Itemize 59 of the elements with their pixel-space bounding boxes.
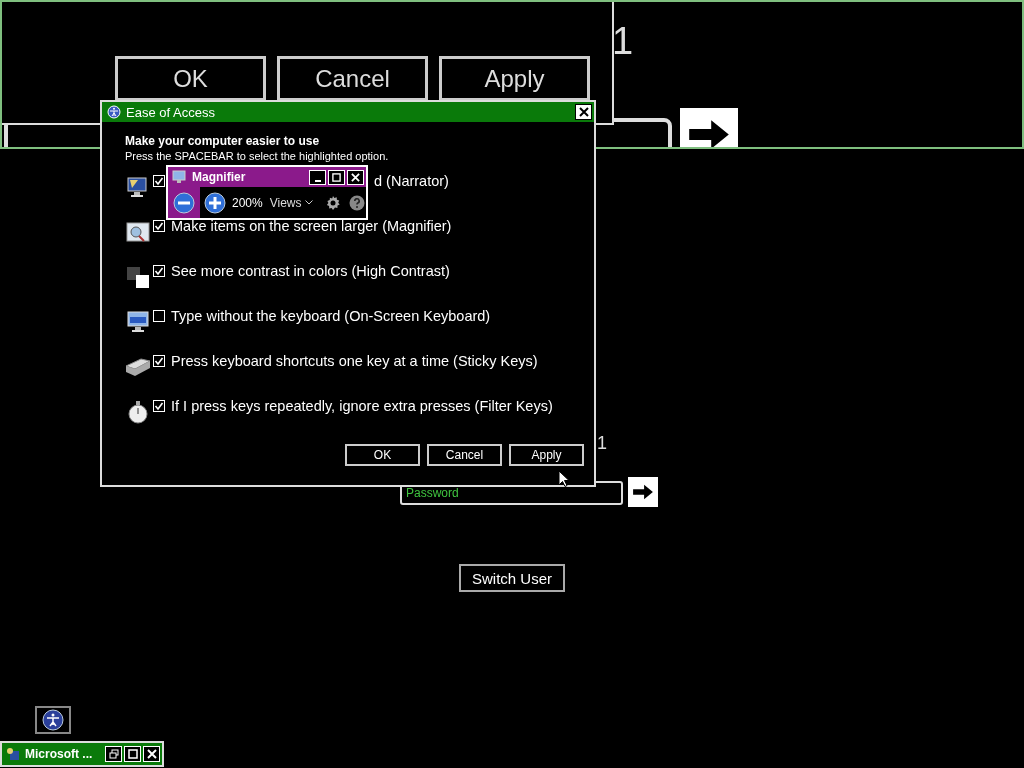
zoom-out-button[interactable] [168, 187, 200, 218]
minimized-window[interactable]: Microsoft ... [0, 741, 164, 767]
maximize-button[interactable] [328, 169, 345, 185]
settings-icon[interactable] [324, 194, 341, 211]
arrow-icon [632, 483, 654, 501]
monitor-icon [172, 170, 186, 184]
key-icon [125, 358, 151, 376]
views-dropdown[interactable]: Views [266, 195, 316, 210]
maximize-button[interactable] [124, 746, 141, 762]
magnified-user-name: 1 [612, 20, 634, 63]
stopwatch-icon [125, 399, 151, 425]
hint-text: Press the SPACEBAR to select the highlighted option. [125, 150, 390, 162]
close-icon [351, 172, 360, 182]
magnified-button[interactable]: Apply [439, 56, 590, 101]
magnified-button[interactable]: Cancel [277, 56, 428, 101]
checkbox[interactable] [153, 310, 165, 322]
accessibility-icon [107, 105, 121, 119]
caret-icon [304, 200, 313, 205]
option-label: Press keyboard shortcuts one key at a time (Sticky Keys) [171, 353, 538, 369]
window-title: Magnifier [192, 170, 247, 184]
option-label: d (Narrator) [374, 173, 449, 189]
restore-button[interactable] [105, 746, 122, 762]
checkbox[interactable] [153, 175, 165, 187]
minimize-icon [314, 180, 321, 182]
cancel-button[interactable]: Cancel [427, 444, 502, 466]
option-label: If I press keys repeatedly, ignore extra presses (Filter Keys) [171, 398, 553, 414]
keyboard-icon [125, 309, 151, 335]
option-label: Type without the keyboard (On-Screen Keyboard) [171, 308, 491, 324]
maximize-icon [332, 172, 341, 182]
computer-icon [6, 747, 20, 761]
magnifier-icon [125, 219, 151, 245]
plus-icon [204, 191, 226, 214]
contrast-icon [125, 264, 151, 290]
minimize-button[interactable] [309, 169, 326, 185]
window-title: Ease of Access [126, 104, 216, 120]
zoom-level: 200% [232, 195, 263, 210]
close-icon [578, 107, 589, 117]
restore-icon [108, 749, 119, 759]
option-label: Make items on the screen larger (Magnifier) [171, 218, 452, 234]
ok-button[interactable]: OK [345, 444, 420, 466]
close-button[interactable] [575, 104, 592, 120]
help-icon[interactable] [348, 194, 365, 211]
window-title: Microsoft ... [25, 747, 94, 761]
user-name: 1 [597, 433, 607, 454]
accessibility-icon [42, 709, 64, 731]
apply-button[interactable]: Apply [509, 444, 584, 466]
maximize-icon [127, 749, 138, 759]
dialog-heading: Make your computer easier to use [125, 134, 321, 149]
checkbox[interactable] [153, 220, 165, 232]
minus-icon [173, 191, 195, 214]
checkbox[interactable] [153, 400, 165, 412]
close-icon [146, 749, 157, 759]
magnified-button[interactable]: OK [115, 56, 266, 101]
checkbox[interactable] [153, 355, 165, 367]
option-label: See more contrast in colors (High Contrast) [171, 263, 450, 279]
ease-of-access-button[interactable] [35, 706, 71, 734]
checkbox[interactable] [153, 265, 165, 277]
submit-arrow-button[interactable] [628, 477, 658, 507]
switch-user-button[interactable]: Switch User [459, 564, 565, 592]
